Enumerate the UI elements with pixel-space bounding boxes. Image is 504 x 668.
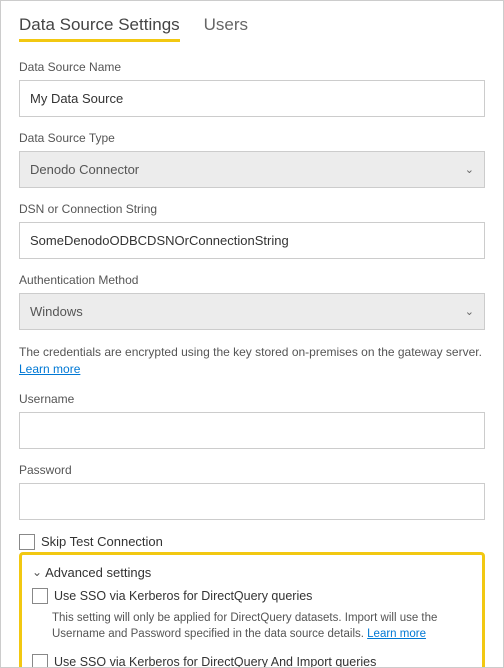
auth-method-select[interactable]: Windows ⌄ <box>19 293 485 330</box>
data-source-name-input[interactable] <box>19 80 485 117</box>
label-data-source-type: Data Source Type <box>19 131 485 145</box>
data-source-type-value: Denodo Connector <box>30 162 139 177</box>
tab-users[interactable]: Users <box>204 15 248 42</box>
data-source-type-select[interactable]: Denodo Connector ⌄ <box>19 151 485 188</box>
sso-dq-import-checkbox[interactable] <box>32 654 48 668</box>
learn-more-link[interactable]: Learn more <box>367 628 426 640</box>
label-dsn: DSN or Connection String <box>19 202 485 216</box>
sso-dq-import-row: Use SSO via Kerberos for DirectQuery And… <box>32 654 472 668</box>
sso-dq-row: Use SSO via Kerberos for DirectQuery que… <box>32 588 472 604</box>
advanced-settings-box: ⌄ Advanced settings Use SSO via Kerberos… <box>19 552 485 668</box>
skip-test-checkbox[interactable] <box>19 534 35 550</box>
chevron-down-icon: ⌄ <box>465 163 474 176</box>
encryption-info: The credentials are encrypted using the … <box>19 344 485 378</box>
chevron-down-icon: ⌄ <box>465 305 474 318</box>
learn-more-link[interactable]: Learn more <box>19 362 80 376</box>
skip-test-row: Skip Test Connection <box>19 534 485 550</box>
auth-method-value: Windows <box>30 304 83 319</box>
label-data-source-name: Data Source Name <box>19 60 485 74</box>
username-input[interactable] <box>19 412 485 449</box>
encryption-info-text: The credentials are encrypted using the … <box>19 345 482 359</box>
label-username: Username <box>19 392 485 406</box>
sso-dq-desc: This setting will only be applied for Di… <box>52 610 472 642</box>
password-input[interactable] <box>19 483 485 520</box>
label-password: Password <box>19 463 485 477</box>
tab-bar: Data Source Settings Users <box>19 15 485 42</box>
chevron-down-icon: ⌄ <box>32 565 42 579</box>
sso-dq-checkbox[interactable] <box>32 588 48 604</box>
sso-dq-import-label: Use SSO via Kerberos for DirectQuery And… <box>54 655 376 668</box>
advanced-expander[interactable]: ⌄ Advanced settings <box>32 565 472 580</box>
settings-panel: Data Source Settings Users Data Source N… <box>0 0 504 668</box>
dsn-input[interactable] <box>19 222 485 259</box>
skip-test-label: Skip Test Connection <box>41 534 163 549</box>
advanced-label: Advanced settings <box>45 565 151 580</box>
tab-data-source-settings[interactable]: Data Source Settings <box>19 15 180 42</box>
sso-dq-label: Use SSO via Kerberos for DirectQuery que… <box>54 589 312 603</box>
label-auth-method: Authentication Method <box>19 273 485 287</box>
